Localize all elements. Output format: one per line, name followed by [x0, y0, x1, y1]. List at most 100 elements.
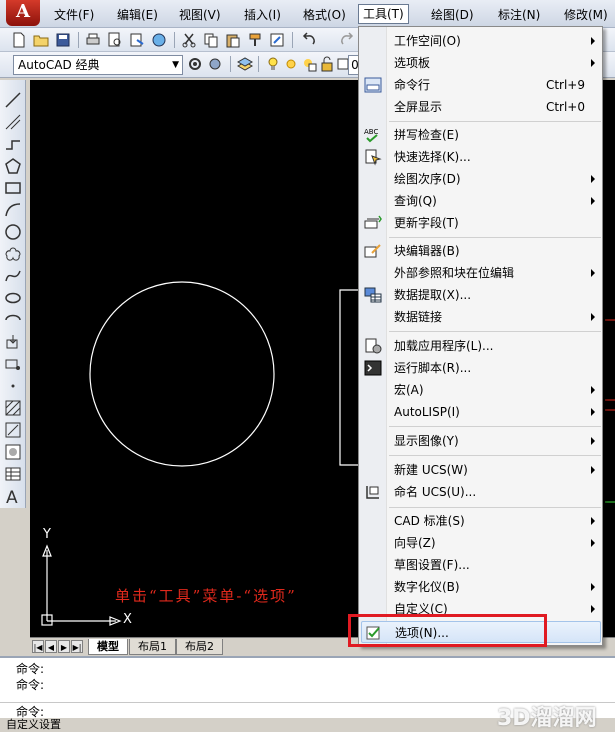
construction-line-tool-icon[interactable]: [3, 112, 23, 132]
last-tab-icon[interactable]: ▶|: [71, 640, 83, 653]
submenu-arrow-icon: [591, 605, 595, 613]
menu-item-drafting-settings[interactable]: 草图设置(F)...: [361, 554, 601, 576]
polyline-tool-icon[interactable]: [3, 134, 23, 154]
menu-dimension[interactable]: 标注(N): [494, 5, 544, 25]
menu-item-palettes[interactable]: 选项板: [361, 52, 601, 74]
ucs-y-label: Y: [43, 527, 51, 542]
menu-item-autolisp[interactable]: AutoLISP(I): [361, 401, 601, 423]
revision-cloud-tool-icon[interactable]: [3, 244, 23, 264]
autocad-logo-icon[interactable]: A: [6, 0, 40, 26]
chevron-down-icon: ▼: [172, 60, 179, 70]
menu-item-wizards[interactable]: 向导(Z): [361, 532, 601, 554]
match-properties-icon[interactable]: [246, 31, 264, 49]
new-file-icon[interactable]: [10, 31, 28, 49]
menu-item-inquiry[interactable]: 查询(Q): [361, 190, 601, 212]
menu-item-data-links[interactable]: 数据链接: [361, 306, 601, 328]
redo-icon[interactable]: [338, 31, 356, 49]
rectangle-tool-icon[interactable]: [3, 178, 23, 198]
menu-file[interactable]: 文件(F): [50, 5, 98, 25]
point-tool-icon[interactable]: [3, 376, 23, 396]
watermark-logo: 3D溜溜网: [497, 706, 597, 731]
layer-viewport-icon[interactable]: [300, 55, 318, 73]
spline-tool-icon[interactable]: [3, 266, 23, 286]
plot-preview-icon[interactable]: [106, 31, 124, 49]
workspace-dropdown[interactable]: AutoCAD 经典 ▼: [13, 55, 183, 75]
prev-tab-icon[interactable]: ◀: [45, 640, 57, 653]
tutorial-highlight-box: [348, 614, 547, 647]
load-application-icon: [363, 337, 383, 355]
command-history-line: 命令:: [16, 662, 45, 676]
menu-item-xref-in-place-edit[interactable]: 外部参照和块在位编辑: [361, 262, 601, 284]
copy-icon[interactable]: [202, 31, 220, 49]
spell-check-icon: ABC: [363, 126, 383, 144]
submenu-arrow-icon: [591, 386, 595, 394]
paste-icon[interactable]: [224, 31, 242, 49]
menu-format[interactable]: 格式(O): [299, 5, 350, 25]
block-editor-toolbar-icon[interactable]: [268, 31, 286, 49]
open-folder-icon[interactable]: [32, 31, 50, 49]
menu-view[interactable]: 视图(V): [175, 5, 225, 25]
tab-model[interactable]: 模型: [88, 639, 128, 655]
print-icon[interactable]: [84, 31, 102, 49]
menu-draw[interactable]: 绘图(D): [427, 5, 478, 25]
insert-block-tool-icon[interactable]: [3, 332, 23, 352]
menu-item-display-image[interactable]: 显示图像(Y): [361, 430, 601, 452]
menu-edit[interactable]: 编辑(E): [113, 5, 162, 25]
multiline-text-tool-icon[interactable]: A: [3, 486, 23, 508]
cut-icon[interactable]: [180, 31, 198, 49]
polygon-tool-icon[interactable]: [3, 156, 23, 176]
workspace-settings-icon[interactable]: [186, 55, 204, 73]
tutorial-annotation: 单击“工具”菜单-“选项”: [115, 587, 297, 605]
undo-icon[interactable]: [300, 31, 318, 49]
submenu-arrow-icon: [591, 583, 595, 591]
menu-item-update-fields[interactable]: 更新字段(T): [361, 212, 601, 234]
menu-item-block-editor[interactable]: 块编辑器(B): [361, 240, 601, 262]
ellipse-tool-icon[interactable]: [3, 288, 23, 308]
circle-tool-icon[interactable]: [3, 222, 23, 242]
submenu-arrow-icon: [591, 37, 595, 45]
ellipse-arc-tool-icon[interactable]: [3, 310, 23, 330]
tools-dropdown-menu: 工作空间(O) 选项板 命令行 Ctrl+9 全屏显示 Ctrl+0 ABC 拼写检…: [358, 26, 603, 646]
next-tab-icon[interactable]: ▶: [58, 640, 70, 653]
layer-thaw-sun-icon[interactable]: [282, 55, 300, 73]
menu-item-cad-standards[interactable]: CAD 标准(S): [361, 510, 601, 532]
submenu-arrow-icon: [591, 408, 595, 416]
menu-item-command-line[interactable]: 命令行 Ctrl+9: [361, 74, 601, 96]
workspace-value: AutoCAD 经典: [18, 58, 100, 72]
3d-dwf-icon[interactable]: [150, 31, 168, 49]
menu-item-run-script[interactable]: 运行脚本(R)...: [361, 357, 601, 379]
publish-icon[interactable]: [128, 31, 146, 49]
tab-layout2[interactable]: 布局2: [176, 639, 223, 655]
menu-item-workspaces[interactable]: 工作空间(O): [361, 30, 601, 52]
gradient-tool-icon[interactable]: [3, 420, 23, 440]
menu-item-new-ucs[interactable]: 新建 UCS(W): [361, 459, 601, 481]
workspace-gear-icon[interactable]: [206, 55, 224, 73]
submenu-arrow-icon: [591, 197, 595, 205]
table-tool-icon[interactable]: [3, 464, 23, 484]
first-tab-icon[interactable]: |◀: [32, 640, 44, 653]
menu-item-clean-screen[interactable]: 全屏显示 Ctrl+0: [361, 96, 601, 118]
menu-item-load-application[interactable]: 加载应用程序(L)...: [361, 335, 601, 357]
layer-manager-icon[interactable]: [236, 55, 254, 73]
layer-color-swatch-icon[interactable]: [334, 55, 349, 73]
make-block-tool-icon[interactable]: [3, 354, 23, 374]
tab-layout1[interactable]: 布局1: [129, 639, 176, 655]
quick-select-icon: [363, 148, 383, 166]
menu-insert[interactable]: 插入(I): [240, 5, 285, 25]
line-tool-icon[interactable]: [3, 90, 23, 110]
layer-on-bulb-icon[interactable]: [264, 55, 282, 73]
menu-item-quick-select[interactable]: 快速选择(K)...: [361, 146, 601, 168]
menu-item-named-ucs[interactable]: 命名 UCS(U)...: [361, 481, 601, 503]
hatch-tool-icon[interactable]: [3, 398, 23, 418]
menu-item-draw-order[interactable]: 绘图次序(D): [361, 168, 601, 190]
arc-tool-icon[interactable]: [3, 200, 23, 220]
region-tool-icon[interactable]: [3, 442, 23, 462]
menu-modify[interactable]: 修改(M): [560, 5, 612, 25]
save-icon[interactable]: [54, 31, 72, 49]
menu-item-spell-check[interactable]: ABC 拼写检查(E): [361, 124, 601, 146]
menu-tools[interactable]: 工具(T): [358, 4, 409, 24]
menu-item-macro[interactable]: 宏(A): [361, 379, 601, 401]
menu-item-tablet[interactable]: 数字化仪(B): [361, 576, 601, 598]
command-prompt: 命令:: [16, 705, 45, 719]
menu-item-data-extraction[interactable]: 数据提取(X)...: [361, 284, 601, 306]
